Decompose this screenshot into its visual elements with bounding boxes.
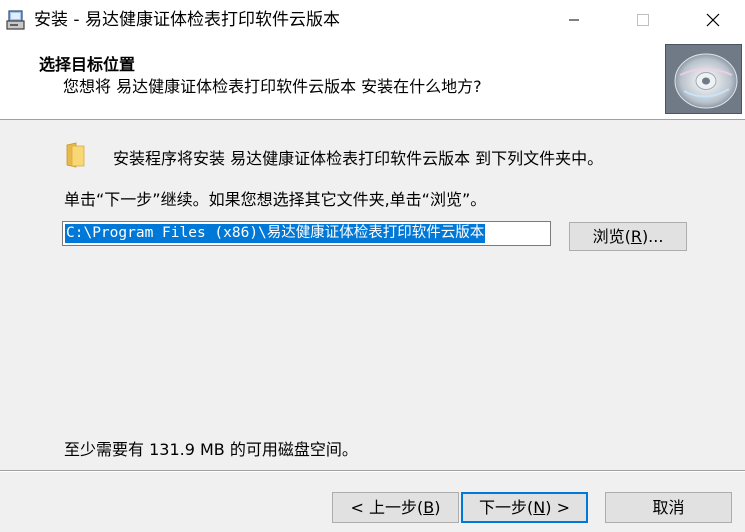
minimize-button[interactable] <box>551 0 597 40</box>
install-destination-text: 安装程序将安装 易达健康证体检表打印软件云版本 到下列文件夹中。 <box>113 149 604 168</box>
back-button[interactable]: < 上一步(B) <box>332 492 459 523</box>
minimize-icon <box>569 19 579 21</box>
browse-label-pre: 浏览( <box>592 227 631 246</box>
next-accesskey: N <box>533 498 546 517</box>
back-label-pre: < 上一步( <box>350 498 424 517</box>
instruction-text: 单击“下一步”继续。如果您想选择其它文件夹,单击“浏览”。 <box>64 190 487 209</box>
back-label-post: ) <box>434 498 441 517</box>
next-label-pre: 下一步( <box>479 498 534 517</box>
folder-icon <box>64 141 88 169</box>
close-button[interactable] <box>690 0 736 40</box>
browse-label-post: )... <box>641 227 664 246</box>
installer-app-icon <box>6 9 28 31</box>
cancel-button[interactable]: 取消 <box>605 492 732 523</box>
browse-button[interactable]: 浏览(R)... <box>569 222 687 251</box>
close-icon <box>706 13 720 27</box>
next-button[interactable]: 下一步(N) > <box>461 492 588 523</box>
wizard-cd-image <box>665 44 742 114</box>
maximize-icon <box>637 14 649 26</box>
back-accesskey: B <box>423 498 435 517</box>
wizard-header: 选择目标位置 您想将 易达健康证体检表打印软件云版本 安装在什么地方? <box>0 40 745 120</box>
page-subtitle: 您想将 易达健康证体检表打印软件云版本 安装在什么地方? <box>63 77 482 96</box>
footer-divider <box>0 470 745 472</box>
maximize-button <box>620 0 666 40</box>
cd-disc-icon <box>666 45 741 113</box>
browse-accesskey: R <box>630 227 642 246</box>
title-bar: 安装 - 易达健康证体检表打印软件云版本 <box>0 0 745 40</box>
install-path-value: C:\Program Files (x86)\易达健康证体检表打印软件云版本 <box>65 224 486 243</box>
window-title: 安装 - 易达健康证体检表打印软件云版本 <box>34 10 340 30</box>
install-path-input[interactable]: C:\Program Files (x86)\易达健康证体检表打印软件云版本 <box>62 221 551 246</box>
page-title: 选择目标位置 <box>39 55 136 74</box>
disk-space-requirement: 至少需要有 131.9 MB 的可用磁盘空间。 <box>64 440 358 459</box>
next-label-post: ) > <box>545 498 570 517</box>
